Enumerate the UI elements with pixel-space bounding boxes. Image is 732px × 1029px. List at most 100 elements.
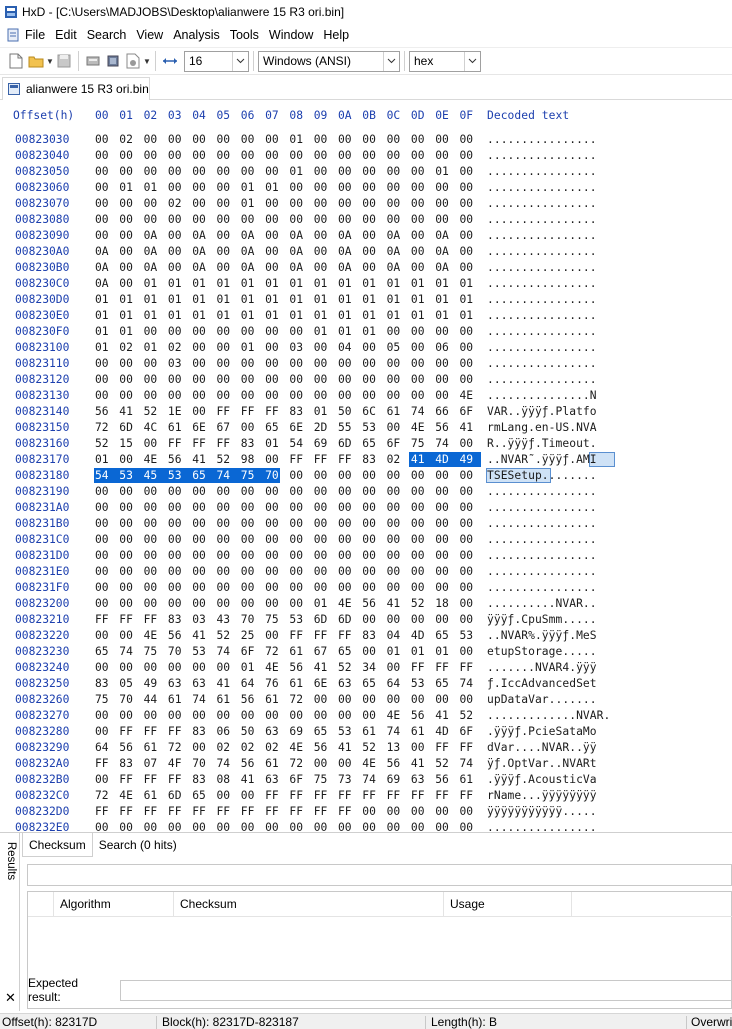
hex-byte[interactable]: 00 [435,820,459,831]
hex-byte[interactable]: 00 [265,516,289,532]
hex-byte[interactable]: 00 [387,420,411,436]
hex-byte[interactable]: 6D [338,612,362,628]
hex-byte[interactable]: 0A [387,260,411,276]
hex-byte[interactable]: 06 [435,340,459,356]
hex-byte[interactable]: 01 [338,276,362,292]
hex-byte[interactable]: FF [119,724,143,740]
hex-byte[interactable]: 61 [265,692,289,708]
hex-byte[interactable]: 00 [168,532,192,548]
hex-byte[interactable]: 00 [338,820,362,831]
hex-byte[interactable]: 00 [314,484,338,500]
hex-byte[interactable]: 00 [265,580,289,596]
hex-byte[interactable]: 00 [411,324,435,340]
hex-byte[interactable]: 00 [411,164,435,180]
hex-byte[interactable]: 00 [95,372,119,388]
hex-byte[interactable]: 00 [460,324,484,340]
hex-byte[interactable]: 0A [95,276,119,292]
decoded-text[interactable]: ...............N [487,388,597,404]
hex-byte[interactable]: 72 [95,420,119,436]
hex-byte[interactable]: 00 [460,340,484,356]
hex-byte[interactable]: 75 [314,772,338,788]
tools-dropdown-arrow[interactable]: ▼ [143,51,151,71]
hex-byte[interactable]: 00 [338,356,362,372]
hex-byte[interactable]: 6D [119,420,143,436]
hex-byte[interactable]: 56 [241,756,265,772]
hex-byte[interactable]: FF [435,788,459,804]
decoded-text[interactable]: ................ [487,148,597,164]
hex-byte[interactable]: 01 [338,292,362,308]
hex-byte[interactable]: 00 [289,212,313,228]
hex-byte[interactable]: FF [192,436,216,452]
hex-byte[interactable]: 00 [241,148,265,164]
hex-byte[interactable]: 00 [411,132,435,148]
hex-byte[interactable]: 41 [411,756,435,772]
hex-byte[interactable]: 53 [338,724,362,740]
hex-byte[interactable]: 00 [289,708,313,724]
hex-byte[interactable]: 00 [119,580,143,596]
hex-byte[interactable]: FF [460,740,484,756]
hex-byte[interactable]: 01 [411,292,435,308]
hex-byte[interactable]: 02 [119,340,143,356]
hex-byte[interactable]: 00 [338,532,362,548]
hex-byte[interactable]: 56 [435,420,459,436]
hex-byte[interactable]: 00 [144,500,168,516]
hex-byte[interactable]: FF [119,804,143,820]
hex-byte[interactable]: 00 [265,532,289,548]
hex-byte[interactable]: 00 [411,356,435,372]
hex-byte[interactable]: 00 [314,532,338,548]
hex-byte[interactable]: 00 [387,692,411,708]
decoded-text[interactable]: ................ [487,340,597,356]
hex-byte[interactable]: 00 [289,516,313,532]
hex-byte[interactable]: 00 [95,164,119,180]
hex-byte[interactable]: 75 [411,436,435,452]
save-button[interactable] [54,51,74,71]
hex-byte[interactable]: 01 [241,308,265,324]
hex-byte[interactable]: 61 [168,420,192,436]
hex-byte[interactable]: 00 [192,148,216,164]
hex-byte[interactable]: 00 [387,660,411,676]
hex-byte[interactable]: 00 [168,324,192,340]
hex-byte[interactable]: 00 [314,356,338,372]
hex-byte[interactable]: 00 [289,324,313,340]
hex-byte[interactable]: 53 [192,644,216,660]
hex-byte[interactable]: FF [192,804,216,820]
hex-byte[interactable]: 52 [411,596,435,612]
hex-byte[interactable]: 83 [119,756,143,772]
hex-byte[interactable]: 00 [387,180,411,196]
checksum-options-field[interactable] [27,864,732,886]
hex-byte[interactable]: 0A [338,260,362,276]
hex-byte[interactable]: 83 [241,436,265,452]
hex-byte[interactable]: 61 [265,756,289,772]
hex-byte[interactable]: 00 [289,820,313,831]
hex-byte[interactable]: 61 [168,692,192,708]
hex-byte[interactable]: 00 [338,548,362,564]
open-disk-button[interactable] [83,51,103,71]
hex-byte[interactable]: 00 [460,804,484,820]
hex-byte[interactable]: 00 [435,356,459,372]
hex-byte[interactable]: 00 [387,484,411,500]
decoded-text[interactable]: dVar....NVAR..ÿÿ [487,740,597,756]
hex-byte[interactable]: 00 [411,372,435,388]
hex-byte[interactable]: 00 [95,180,119,196]
hex-byte[interactable]: 00 [460,436,484,452]
hex-byte[interactable]: FF [314,788,338,804]
hex-byte[interactable]: 6F [241,644,265,660]
hex-byte[interactable]: 02 [168,340,192,356]
hex-byte[interactable]: 00 [289,388,313,404]
hex-byte[interactable]: 02 [387,452,411,468]
hex-byte[interactable]: 00 [168,132,192,148]
hex-byte[interactable]: 45 [144,468,168,484]
hex-byte[interactable]: 6D [168,788,192,804]
hex-byte[interactable]: 74 [217,644,241,660]
hex-byte[interactable]: 0A [192,260,216,276]
hex-byte[interactable]: FF [95,756,119,772]
hex-byte[interactable]: 00 [144,212,168,228]
expected-result-input[interactable] [119,979,732,1001]
hex-byte[interactable]: 54 [95,468,119,484]
hex-byte[interactable]: 00 [119,164,143,180]
decoded-text[interactable]: ................ [487,308,597,324]
hex-byte[interactable]: 00 [217,164,241,180]
hex-byte[interactable]: 4D [411,628,435,644]
hex-byte[interactable]: 00 [435,372,459,388]
hex-byte[interactable]: 05 [387,340,411,356]
